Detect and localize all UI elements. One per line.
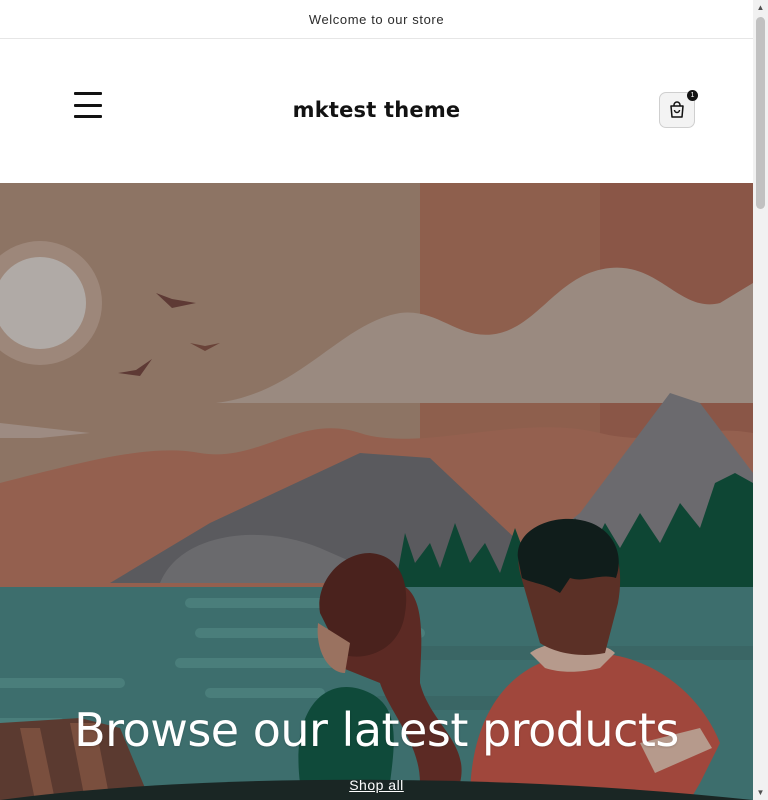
scroll-up-arrow-icon[interactable]: ▲ <box>753 0 768 15</box>
hamburger-icon-bar-bottom <box>74 115 102 118</box>
site-header: mktest theme 1 <box>0 39 753 183</box>
announcement-text: Welcome to our store <box>308 11 445 27</box>
hero-title: Browse our latest products <box>74 703 679 757</box>
storefront-page: Welcome to our store mktest theme 1 Brow… <box>0 0 753 800</box>
page-scrollbar[interactable]: ▲ ▼ <box>753 0 768 800</box>
hero-banner: Browse our latest products Shop all <box>0 183 753 800</box>
hamburger-icon-bar-middle <box>74 103 102 107</box>
scrollbar-thumb[interactable] <box>756 17 765 209</box>
scroll-down-arrow-icon[interactable]: ▼ <box>753 785 768 800</box>
shop-all-link[interactable]: Shop all <box>349 777 404 793</box>
store-logo[interactable]: mktest theme <box>293 98 461 122</box>
menu-button[interactable] <box>74 91 102 119</box>
hamburger-icon-bar-top <box>74 92 102 95</box>
cart-button[interactable]: 1 <box>659 90 698 128</box>
announcement-bar: Welcome to our store <box>0 0 753 39</box>
shopping-bag-icon <box>670 101 684 118</box>
hero-content: Browse our latest products Shop all <box>0 703 753 795</box>
cart-count-badge: 1 <box>687 90 698 101</box>
